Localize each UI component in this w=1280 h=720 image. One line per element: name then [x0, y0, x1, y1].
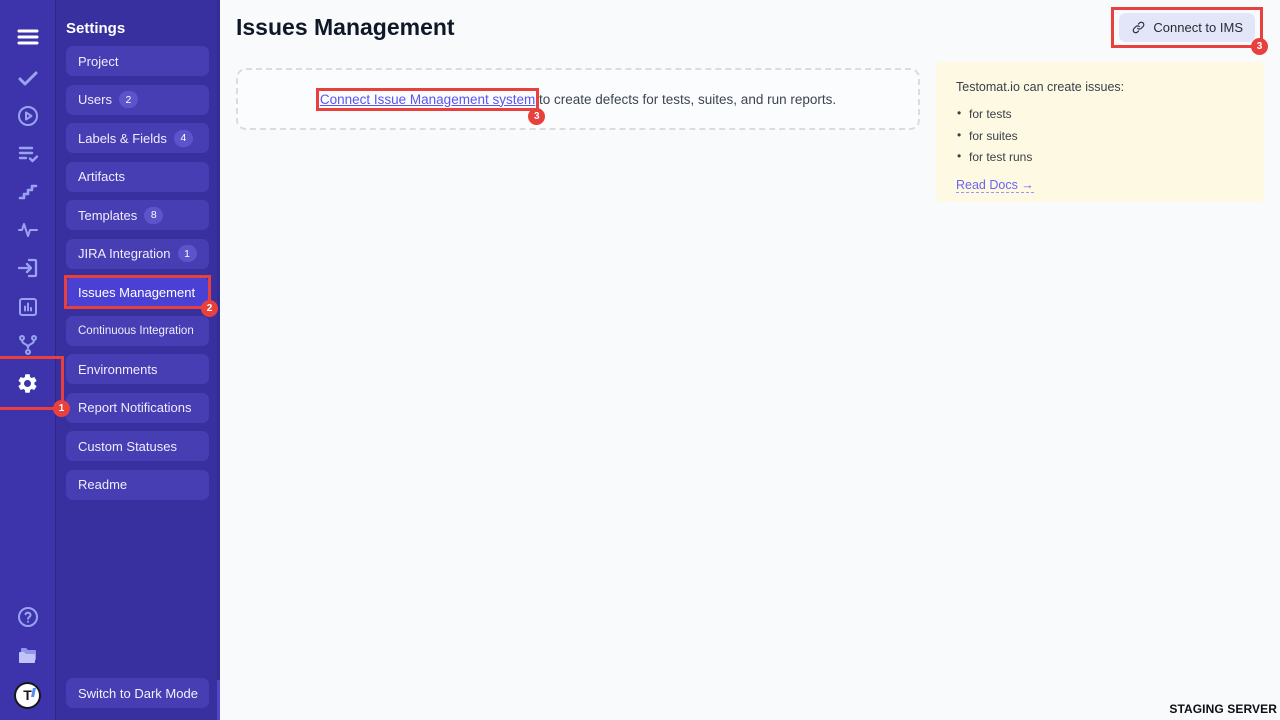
annotation-badge-3b: 3	[1251, 38, 1268, 55]
link-icon	[1131, 20, 1146, 35]
sidebar-item-label: Project	[78, 54, 118, 69]
sidebar-item-templates[interactable]: Templates 8	[66, 200, 209, 230]
bar-chart-icon[interactable]	[0, 288, 55, 326]
sidebar-item-label: JIRA Integration	[78, 246, 171, 261]
connect-ims-link[interactable]: Connect Issue Management system3	[320, 92, 535, 107]
annotation-badge-2: 2	[201, 300, 218, 317]
annotation-badge-3a: 3	[528, 108, 545, 125]
info-bullet-item: for tests	[956, 107, 1244, 121]
info-bullet-item: for suites	[956, 129, 1244, 143]
check-icon[interactable]	[0, 59, 55, 97]
sidebar-item-issues-management[interactable]: Issues Management2	[66, 277, 209, 307]
empty-state-text: Connect Issue Management system3 to crea…	[320, 92, 836, 107]
sidebar-item-label: Issues Management	[78, 285, 195, 300]
branch-icon[interactable]	[0, 326, 55, 364]
pulse-icon[interactable]	[0, 211, 55, 249]
play-circle-icon[interactable]	[0, 97, 55, 135]
sidebar-item-label: Environments	[78, 362, 157, 377]
sidebar-item-label: Readme	[78, 477, 127, 492]
sidebar-heading: Settings	[66, 20, 125, 37]
count-badge: 8	[144, 207, 163, 224]
sidebar-item-labels-fields[interactable]: Labels & Fields 4	[66, 123, 209, 153]
icon-rail: 1 T	[0, 0, 55, 720]
folders-icon[interactable]	[0, 637, 55, 675]
settings-nav-list: Project Users 2 Labels & Fields 4 Artifacts Te…	[66, 46, 209, 500]
sidebar-item-project[interactable]: Project	[66, 46, 209, 76]
sidebar-item-label: Report Notifications	[78, 400, 191, 415]
sidebar-item-readme[interactable]: Readme	[66, 470, 209, 500]
settings-sidebar: Settings Project Users 2 Labels & Fields 4 Ar…	[55, 0, 220, 720]
sign-in-icon[interactable]	[0, 249, 55, 287]
sidebar-item-artifacts[interactable]: Artifacts	[66, 162, 209, 192]
staging-server-label: STAGING SERVER	[1169, 702, 1277, 716]
sidebar-item-label: Labels & Fields	[78, 131, 167, 146]
connect-to-ims-label: Connect to IMS	[1153, 20, 1243, 35]
sidebar-item-label: Users	[78, 92, 112, 107]
info-bullet-list: for tests for suites for test runs	[956, 107, 1244, 164]
count-badge: 2	[119, 91, 138, 108]
info-bullet-item: for test runs	[956, 150, 1244, 164]
count-badge: 1	[178, 245, 197, 262]
sidebar-item-label: Artifacts	[78, 169, 125, 184]
info-panel-heading: Testomat.io can create issues:	[956, 80, 1244, 94]
hamburger-menu-icon[interactable]	[0, 18, 55, 56]
list-check-icon[interactable]	[0, 135, 55, 173]
app-window: 1 T Settings Project Users 2 Labels & Field…	[0, 0, 1280, 720]
annotation-badge-1: 1	[53, 400, 70, 417]
steps-icon[interactable]	[0, 173, 55, 211]
connect-to-ims-button[interactable]: 3 Connect to IMS	[1119, 13, 1255, 42]
sidebar-item-report-notifications[interactable]: Report Notifications	[66, 393, 209, 423]
empty-state-box: Connect Issue Management system3 to crea…	[236, 68, 920, 130]
sidebar-scrollbar[interactable]	[217, 680, 220, 720]
count-badge: 4	[174, 130, 193, 147]
sidebar-item-environments[interactable]: Environments	[66, 354, 209, 384]
info-panel: Testomat.io can create issues: for tests…	[936, 62, 1264, 202]
sidebar-item-label: Continuous Integration	[78, 325, 194, 337]
logo-accent	[31, 688, 36, 697]
dark-mode-toggle-button[interactable]: Switch to Dark Mode	[66, 678, 209, 708]
empty-state-description: to create defects for tests, suites, and…	[535, 92, 836, 107]
sidebar-item-label: Templates	[78, 208, 137, 223]
read-docs-link[interactable]: Read Docs →	[956, 178, 1034, 193]
gear-icon[interactable]: 1	[0, 364, 55, 402]
sidebar-item-label: Custom Statuses	[78, 439, 177, 454]
help-icon[interactable]	[0, 598, 55, 636]
testomat-logo[interactable]: T	[0, 676, 55, 714]
page-title: Issues Management	[236, 14, 455, 41]
sidebar-item-jira-integration[interactable]: JIRA Integration 1	[66, 239, 209, 269]
main-content: Issues Management 3 Connect to IMS Conne…	[220, 0, 1280, 720]
sidebar-item-custom-statuses[interactable]: Custom Statuses	[66, 431, 209, 461]
sidebar-item-continuous-integration[interactable]: Continuous Integration	[66, 316, 209, 346]
sidebar-item-users[interactable]: Users 2	[66, 85, 209, 115]
testomat-logo-circle: T	[14, 682, 41, 709]
